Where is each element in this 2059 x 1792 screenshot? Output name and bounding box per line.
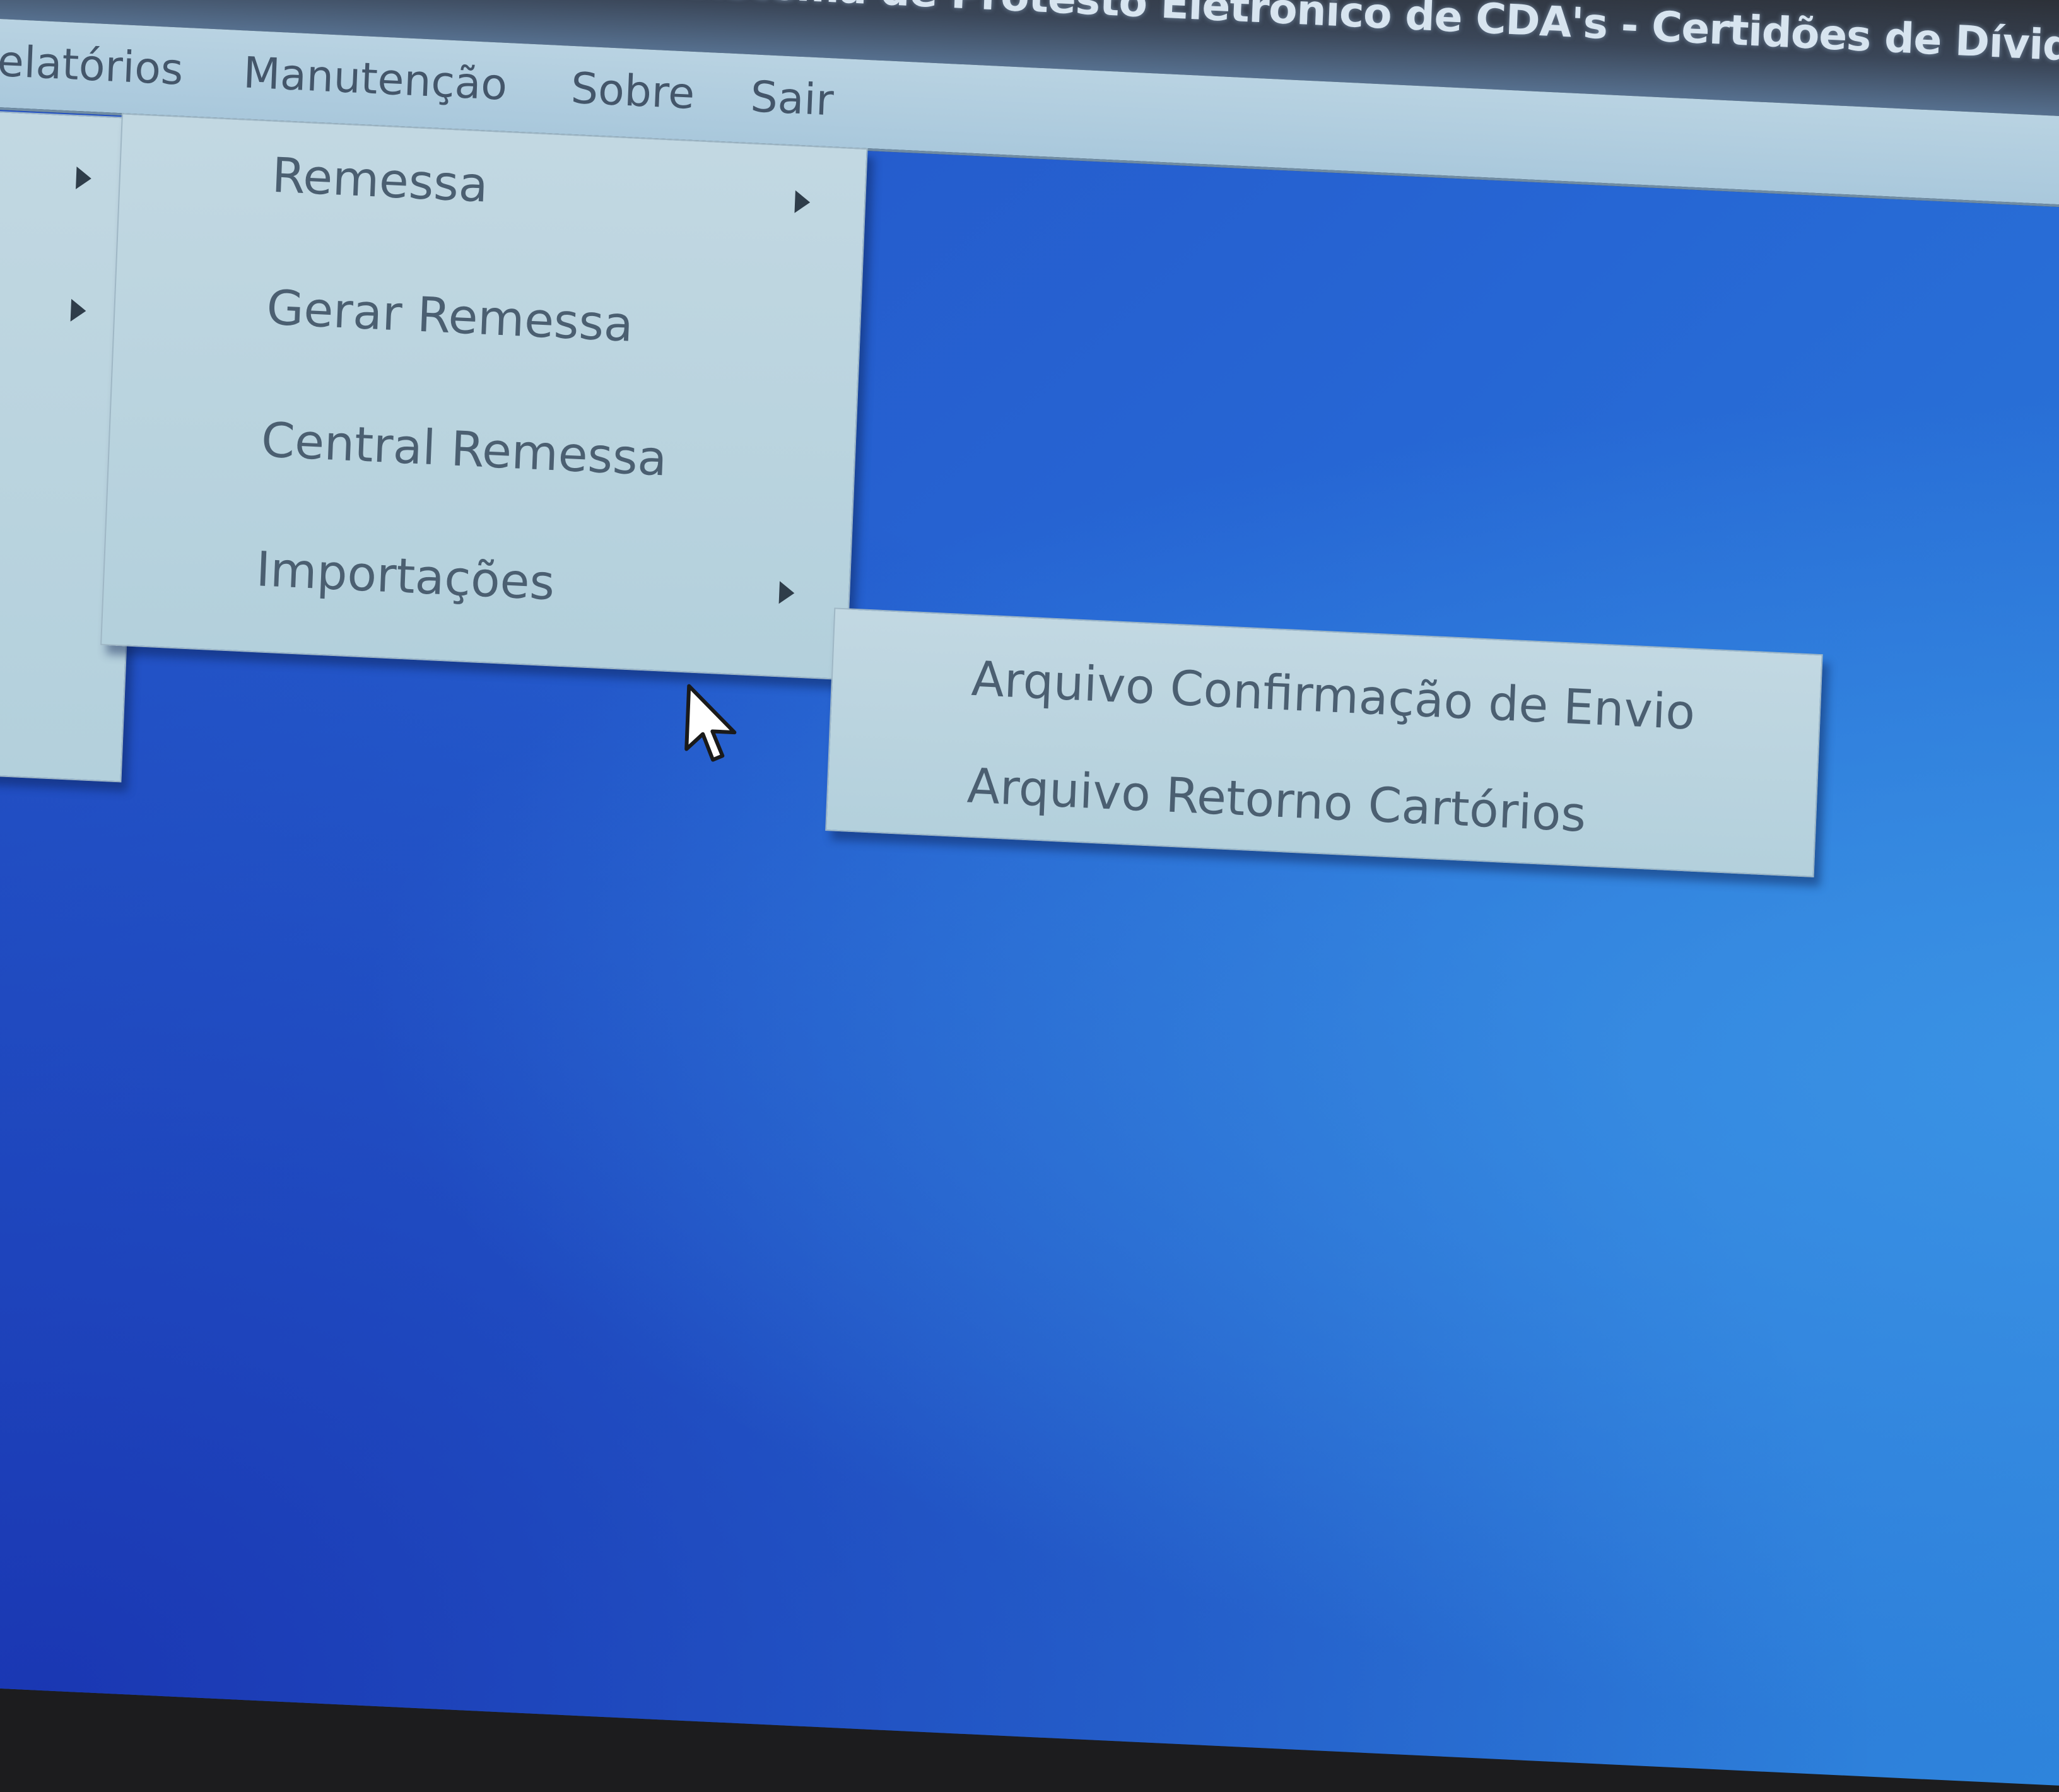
submenu-arrow-icon xyxy=(70,298,87,322)
manutencao-dropdown-menu: Remessa Gerar Remessa Central Remessa Im… xyxy=(100,113,868,681)
menu-item-importacoes[interactable]: Importações xyxy=(255,541,556,611)
app-window: Sistema de Protesto Eletrônico de CDA's … xyxy=(0,0,2059,1792)
menu-item-gerar-remessa[interactable]: Gerar Remessa xyxy=(266,279,635,352)
submenu-arrow-icon xyxy=(778,581,795,605)
submenu-arrow-icon xyxy=(76,167,92,190)
menu-item-remessa[interactable]: Remessa xyxy=(271,147,489,213)
menu-manutencao[interactable]: Manutenção xyxy=(242,48,508,110)
submenu-arrow-icon xyxy=(794,190,811,214)
menu-item-central-remessa[interactable]: Central Remessa xyxy=(261,411,668,486)
menu-relatorios[interactable]: elatórios xyxy=(0,37,184,95)
mouse-cursor-icon xyxy=(684,684,737,762)
menu-item-arquivo-retorno-cartorios[interactable]: Arquivo Retorno Cartórios xyxy=(966,758,1587,843)
menu-sobre[interactable]: Sobre xyxy=(570,64,696,119)
menu-sair[interactable]: Sair xyxy=(749,72,835,126)
menu-item-arquivo-confirmacao-envio[interactable]: Arquivo Confirmação de Envio xyxy=(970,650,1696,741)
importacoes-submenu: Arquivo Confirmação de Envio Arquivo Ret… xyxy=(825,607,1823,877)
